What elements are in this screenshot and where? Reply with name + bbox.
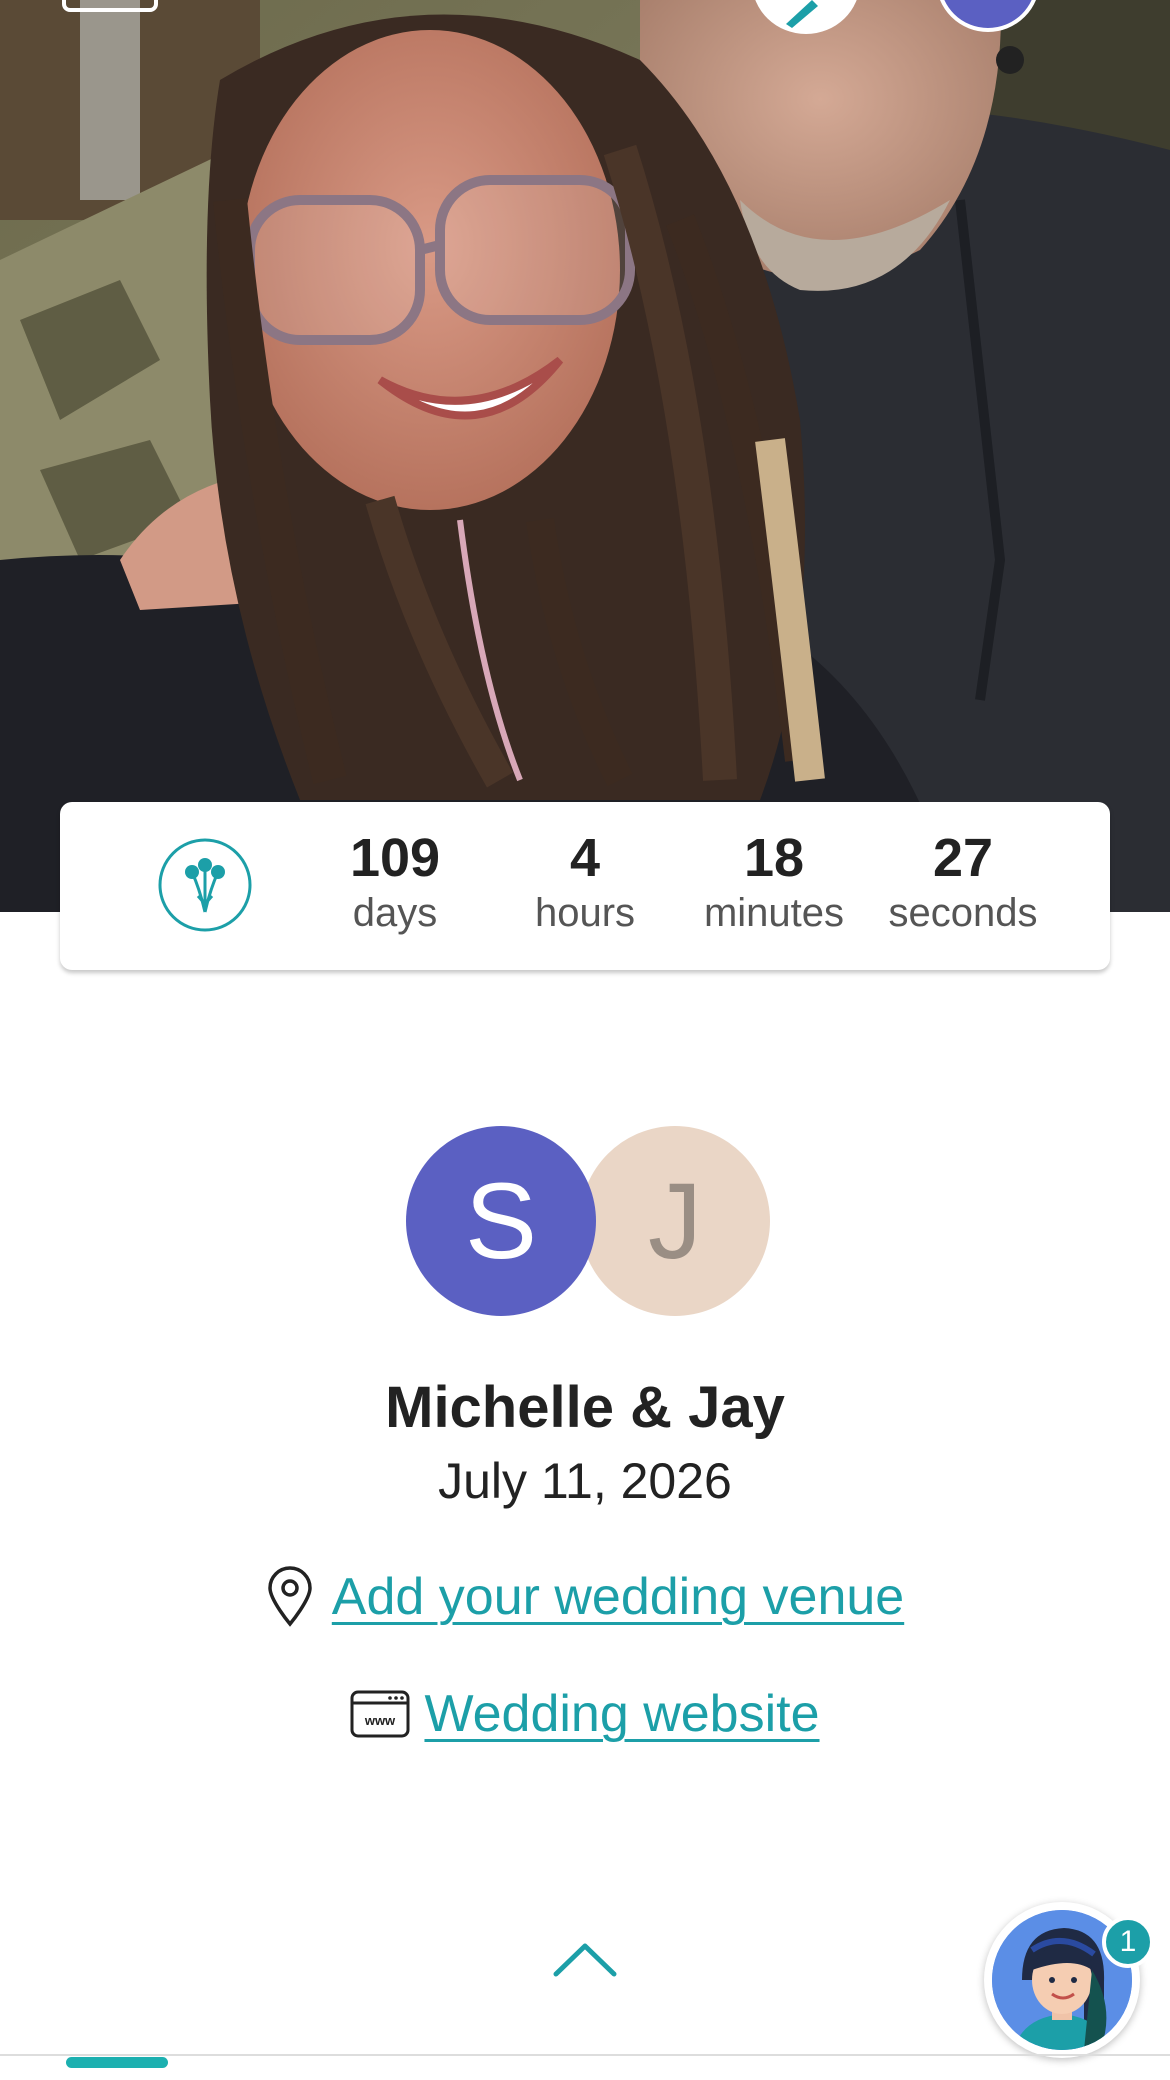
bottom-divider (0, 2054, 1170, 2056)
chevron-up-icon[interactable] (550, 1940, 620, 1980)
countdown-card: 109 days 4 hours 18 minutes 27 seconds (60, 802, 1110, 970)
partner-avatar[interactable]: J (580, 1126, 770, 1316)
minutes-value: 18 (743, 828, 805, 888)
svg-text:www: www (364, 1713, 396, 1728)
days-label: days (352, 891, 438, 935)
couple-photo-illustration (0, 0, 1170, 912)
couple-photo[interactable] (0, 0, 1170, 912)
wedding-date: July 11, 2026 (438, 1453, 732, 1509)
notification-badge: 1 (1102, 1916, 1154, 1968)
wedding-website-link[interactable]: Wedding website (424, 1684, 819, 1744)
countdown-days: 109 days (310, 828, 480, 938)
countdown-seconds: 27 seconds (878, 828, 1048, 938)
seconds-value: 27 (932, 828, 994, 888)
www-browser-icon: www (350, 1690, 410, 1738)
minutes-label: minutes (703, 891, 845, 935)
venue-row: Add your wedding venue (0, 1566, 1170, 1641)
couple-avatars[interactable]: J S (406, 1126, 770, 1316)
add-venue-link[interactable]: Add your wedding venue (332, 1567, 904, 1627)
countdown-minutes: 18 minutes (689, 828, 859, 938)
location-pin-icon (268, 1566, 312, 1627)
menu-button[interactable] (62, 0, 158, 12)
hours-value: 4 (569, 828, 601, 888)
wedding-dashboard: 109 days 4 hours 18 minutes 27 seconds J… (0, 0, 1170, 2080)
seconds-label: seconds (888, 891, 1038, 935)
days-value: 109 (349, 828, 441, 888)
page-indicator (66, 2057, 168, 2068)
couple-names: Michelle & Jay (385, 1375, 785, 1440)
countdown-hours: 4 hours (500, 828, 670, 938)
website-row: www Wedding website (0, 1684, 1170, 1751)
pencil-icon (786, 0, 818, 28)
hours-label: hours (534, 891, 636, 935)
user-avatar[interactable]: S (406, 1126, 596, 1316)
bouquet-icon (158, 838, 252, 932)
